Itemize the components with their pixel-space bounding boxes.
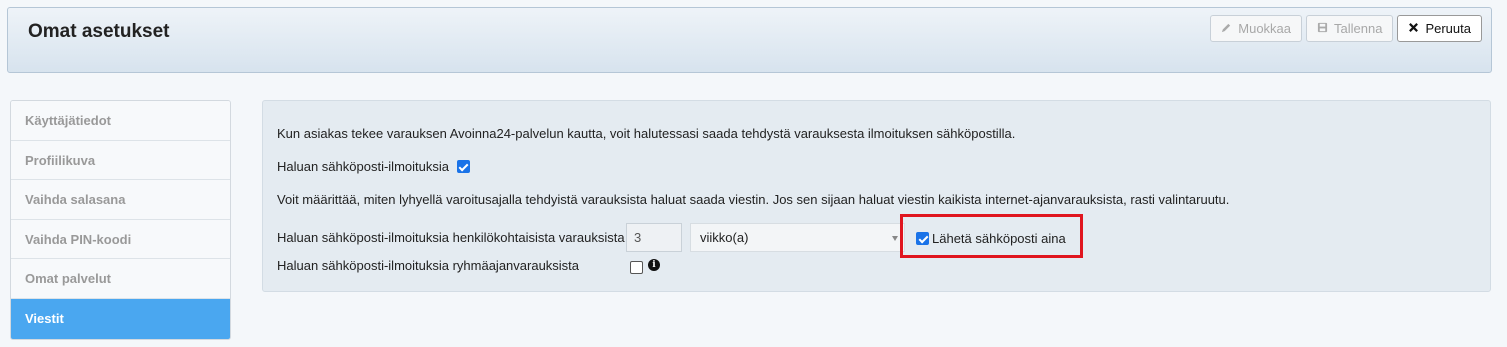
notice-unit-select[interactable]: viikko(a)	[690, 223, 905, 252]
intro-text: Kun asiakas tekee varauksen Avoinna24-pa…	[277, 126, 1016, 141]
save-button[interactable]: Tallenna	[1306, 15, 1394, 42]
notice-amount-input[interactable]: 3	[626, 223, 682, 252]
pencil-icon	[1221, 21, 1232, 36]
messages-panel: Kun asiakas tekee varauksen Avoinna24-pa…	[262, 100, 1491, 292]
header-toolbar: Muokkaa Tallenna Peruuta	[1210, 15, 1482, 42]
cancel-button-label: Peruuta	[1425, 21, 1471, 36]
edit-button-label: Muokkaa	[1238, 21, 1292, 36]
info-icon[interactable]: i	[648, 259, 660, 271]
sidebar-item-messages[interactable]: Viestit	[11, 298, 230, 339]
sidebar-item-user-info[interactable]: Käyttäjätiedot	[11, 101, 230, 141]
floppy-disk-icon	[1317, 21, 1328, 36]
email-notifications-label: Haluan sähköposti-ilmoituksia	[277, 159, 449, 174]
personal-notifications-label: Haluan sähköposti-ilmoituksia henkilökoh…	[277, 230, 625, 245]
close-icon	[1408, 21, 1419, 36]
group-notifications-label: Haluan sähköposti-ilmoituksia ryhmäajanv…	[277, 258, 580, 273]
send-always-row: Lähetä sähköposti aina	[916, 231, 1066, 246]
chevron-down-icon	[892, 236, 898, 241]
sidebar-item-change-password[interactable]: Vaihda salasana	[11, 180, 230, 220]
notice-text: Voit määrittää, miten lyhyellä varoitusa…	[277, 192, 1230, 207]
sidebar-item-own-services[interactable]: Omat palvelut	[11, 259, 230, 299]
page-header: Omat asetukset Muokkaa Tallenna Peruuta	[7, 7, 1492, 73]
sidebar-item-profile-picture[interactable]: Profiilikuva	[11, 140, 230, 180]
group-notifications-row: Haluan sähköposti-ilmoituksia ryhmäajanv…	[277, 258, 579, 273]
email-notifications-checkbox[interactable]	[456, 160, 470, 173]
sidebar-item-change-pin[interactable]: Vaihda PIN-koodi	[11, 219, 230, 259]
edit-button[interactable]: Muokkaa	[1210, 15, 1303, 42]
send-always-label: Lähetä sähköposti aina	[932, 231, 1066, 246]
save-button-label: Tallenna	[1334, 21, 1383, 36]
cancel-button[interactable]: Peruuta	[1397, 15, 1482, 42]
email-notifications-row: Haluan sähköposti-ilmoituksia	[277, 159, 470, 174]
page-title: Omat asetukset	[28, 21, 170, 42]
send-always-checkbox[interactable]	[916, 232, 929, 245]
settings-sidebar: Käyttäjätiedot Profiilikuva Vaihda salas…	[10, 100, 231, 340]
group-notifications-checkbox[interactable]	[630, 261, 643, 274]
notice-unit-value: viikko(a)	[700, 230, 749, 245]
